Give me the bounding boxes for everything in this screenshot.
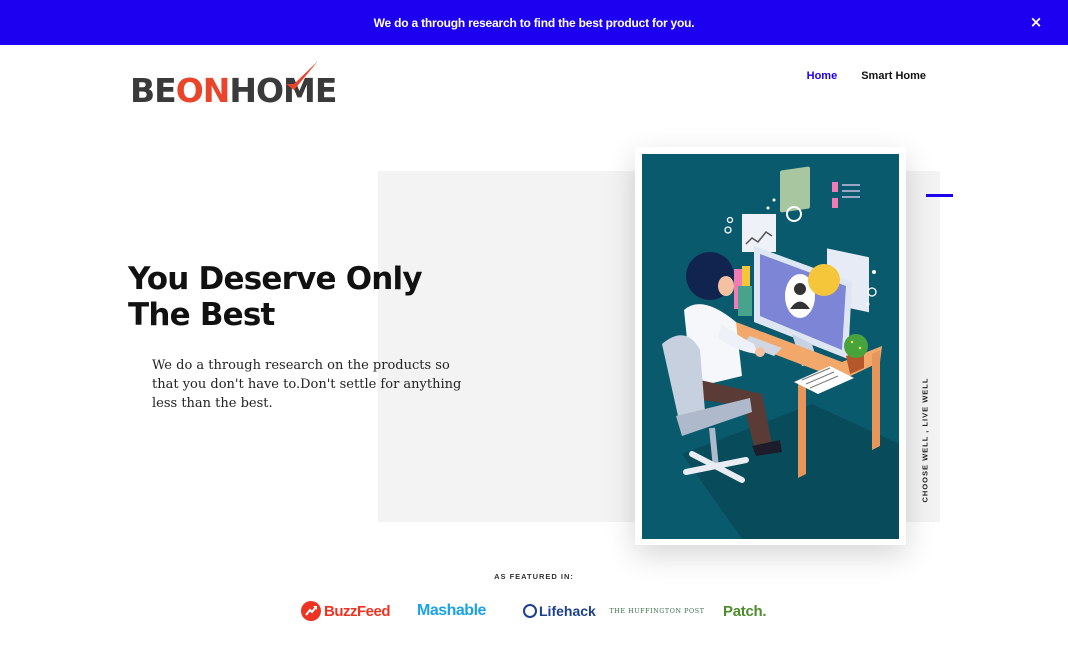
nav-item-smart-home[interactable]: Smart Home (861, 70, 926, 82)
tagline-vertical: CHOOSE WELL , LIVE WELL (920, 377, 930, 503)
accent-dash (926, 194, 953, 197)
patch-logo[interactable]: Patch. (723, 598, 767, 624)
main-nav: Home Smart Home (807, 70, 926, 82)
person-at-computer-illustration (662, 166, 899, 539)
mashable-logo[interactable]: Mashable (417, 598, 486, 624)
buzzfeed-logo[interactable]: BuzzFeed (301, 598, 391, 624)
illustration-frame (642, 154, 899, 539)
lifehack-circle-icon (523, 604, 537, 618)
hero-description: We do a through research on the products… (152, 358, 462, 411)
announcement-bar: We do a through research to find the bes… (0, 0, 1068, 45)
close-icon[interactable]: × (1026, 12, 1046, 32)
trending-arrow-icon (301, 601, 321, 621)
hero-title: You Deserve Only The Best (128, 261, 423, 333)
announcement-text: We do a through research to find the bes… (373, 15, 695, 30)
nav-item-home[interactable]: Home (807, 70, 838, 82)
checkmark-icon (286, 61, 318, 90)
lifehack-logo[interactable]: Lifehack (523, 598, 596, 624)
site-logo[interactable]: BEONHOME (130, 60, 337, 110)
featured-label: AS FEATURED IN: (494, 572, 574, 581)
huffington-post-logo[interactable]: THE HUFFINGTON POST (609, 599, 703, 625)
hero-image-card (635, 147, 906, 545)
